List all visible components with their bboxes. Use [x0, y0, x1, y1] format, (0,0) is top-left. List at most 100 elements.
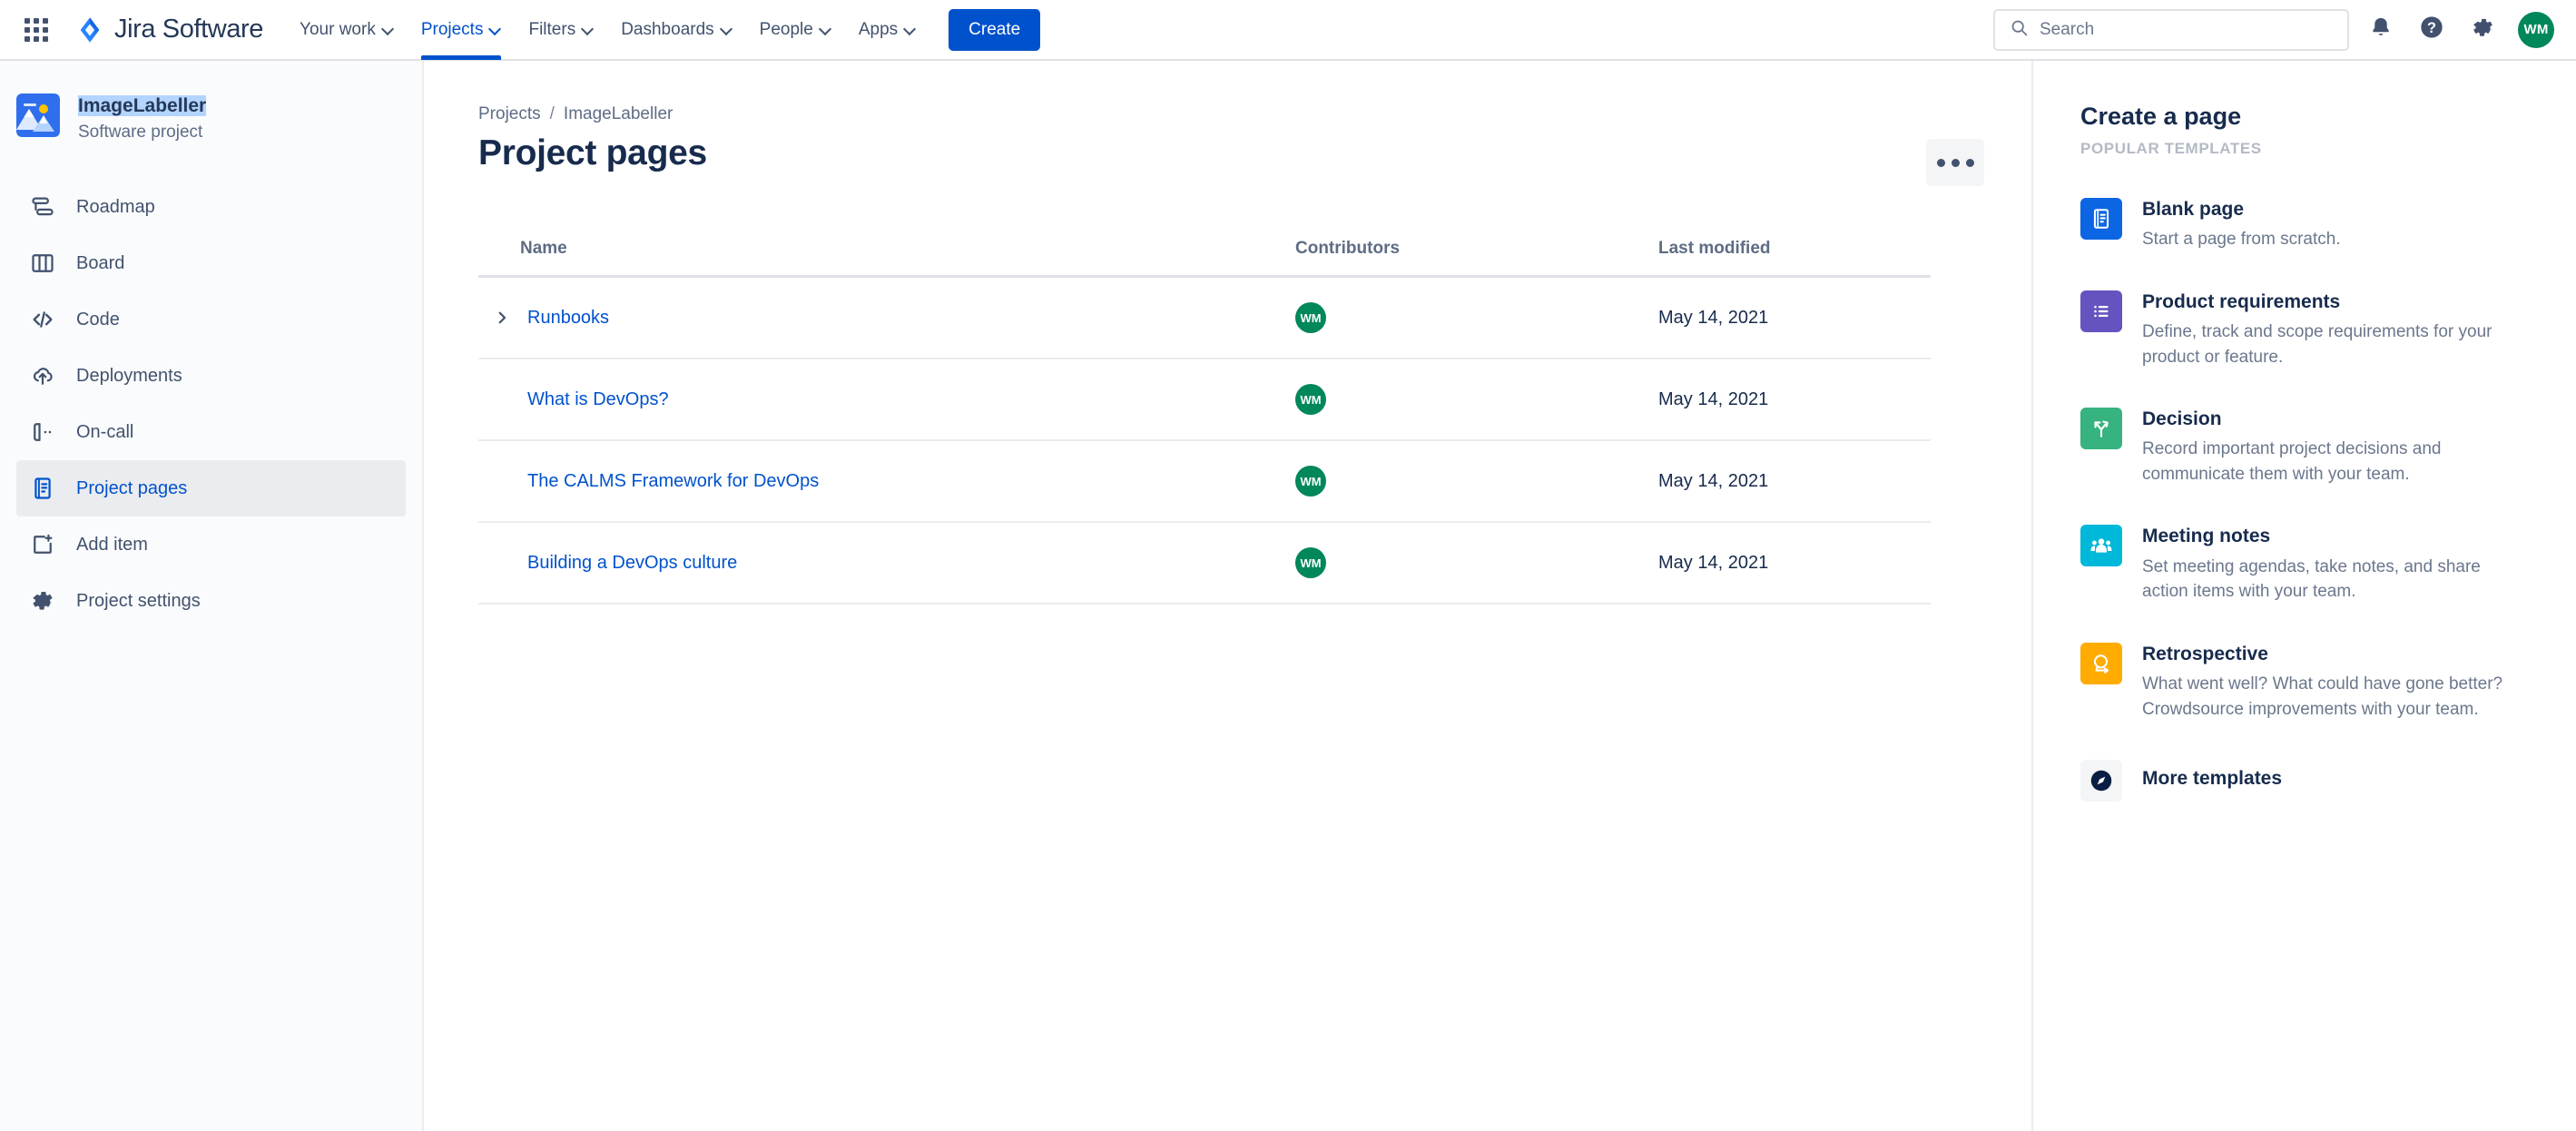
contributor-avatar[interactable]: WM — [1295, 547, 1326, 578]
breadcrumb-project[interactable]: ImageLabeller — [564, 104, 673, 124]
search-icon — [2010, 18, 2029, 42]
breadcrumb: Projects / ImageLabeller — [478, 104, 1984, 124]
sidebar-item-board[interactable]: Board — [16, 235, 406, 291]
breadcrumb-separator: / — [549, 104, 555, 123]
template-description: What went well? What could have gone bet… — [2142, 674, 2503, 719]
page-name-link[interactable]: The CALMS Framework for DevOps — [527, 471, 819, 492]
help-question-icon: ? — [2419, 15, 2444, 44]
apps-grid-icon — [25, 17, 48, 42]
template-blank-page[interactable]: Blank page Start a page from scratch. — [2080, 187, 2540, 263]
search-input[interactable]: Search — [1993, 8, 2349, 51]
create-button[interactable]: Create — [949, 8, 1041, 51]
chevron-down-icon — [721, 23, 732, 34]
settings-button[interactable] — [2463, 11, 2502, 49]
cell-name: What is DevOps? — [478, 389, 1295, 410]
contributor-avatar[interactable]: WM — [1295, 384, 1326, 415]
deployments-cloud-icon — [29, 362, 56, 389]
column-header-last-modified: Last modified — [1658, 239, 1771, 258]
sidebar-item-on-call[interactable]: On-call — [16, 404, 406, 460]
sidebar-item-roadmap[interactable]: Roadmap — [16, 179, 406, 235]
sidebar-nav-list: Roadmap Board Code Deployments On-call P… — [0, 179, 422, 629]
breadcrumb-projects[interactable]: Projects — [478, 104, 541, 124]
meeting-people-icon — [2080, 525, 2122, 567]
sidebar-item-add-item[interactable]: Add item — [16, 516, 406, 573]
cell-contributors: WM — [1295, 466, 1658, 497]
page-title: Project pages — [478, 133, 707, 172]
contributor-avatar[interactable]: WM — [1295, 302, 1326, 333]
board-columns-icon — [29, 250, 56, 277]
nav-item-apps[interactable]: Apps — [846, 0, 929, 60]
compass-icon — [2080, 760, 2122, 802]
table-row[interactable]: Runbooks WM May 14, 2021 — [478, 278, 1931, 359]
add-item-plus-icon — [29, 531, 56, 558]
nav-label: Projects — [420, 19, 484, 39]
nav-right-tools: Search ? WM — [1993, 8, 2554, 51]
cell-name: The CALMS Framework for DevOps — [478, 471, 1295, 492]
cell-name: Runbooks — [478, 305, 1295, 330]
template-description: Define, track and scope requirements for… — [2142, 322, 2492, 367]
page-name-link[interactable]: Building a DevOps culture — [527, 553, 737, 574]
decision-fork-icon — [2080, 408, 2122, 450]
nav-item-dashboards[interactable]: Dashboards — [608, 0, 744, 60]
chevron-down-icon — [820, 23, 831, 34]
template-name: More templates — [2142, 768, 2283, 790]
template-meeting-notes[interactable]: Meeting notes Set meeting agendas, take … — [2080, 514, 2540, 615]
more-ellipsis-icon — [1936, 158, 1974, 167]
jira-software-home-link[interactable]: Jira Software — [71, 11, 269, 48]
template-name: Decision — [2142, 408, 2222, 430]
chevron-down-icon — [582, 23, 594, 34]
template-more-templates[interactable]: More templates — [2080, 749, 2540, 812]
more-actions-button[interactable] — [1926, 139, 1984, 186]
search-placeholder-text: Search — [2040, 19, 2095, 39]
sidebar-item-project-pages[interactable]: Project pages — [16, 460, 406, 517]
user-avatar[interactable]: WM — [2518, 11, 2554, 48]
nav-label: Your work — [300, 19, 376, 39]
project-pages-table: Name Contributors Last modified Runbooks — [478, 239, 1931, 605]
page-name-link[interactable]: What is DevOps? — [527, 389, 669, 410]
sidebar-item-project-settings[interactable]: Project settings — [16, 573, 406, 629]
template-text: Decision Record important project decisi… — [2142, 408, 2531, 487]
cell-name: Building a DevOps culture — [478, 553, 1295, 574]
page-name-link[interactable]: Runbooks — [527, 308, 609, 329]
table-row[interactable]: The CALMS Framework for DevOps WM May 14… — [478, 441, 1931, 523]
nav-item-projects[interactable]: Projects — [408, 0, 515, 60]
template-retrospective[interactable]: Retrospective What went well? What could… — [2080, 632, 2540, 733]
sidebar-item-deployments[interactable]: Deployments — [16, 348, 406, 404]
help-button[interactable]: ? — [2413, 11, 2451, 49]
template-decision[interactable]: Decision Record important project decisi… — [2080, 397, 2540, 497]
app-switcher-button[interactable] — [16, 10, 56, 50]
nav-item-your-work[interactable]: Your work — [287, 0, 407, 60]
table-row[interactable]: Building a DevOps culture WM May 14, 202… — [478, 523, 1931, 605]
nav-label: Dashboards — [621, 19, 714, 39]
nav-item-filters[interactable]: Filters — [516, 0, 606, 60]
sidebar-item-label: Board — [76, 252, 125, 273]
nav-item-people[interactable]: People — [747, 0, 844, 60]
table-row[interactable]: What is DevOps? WM May 14, 2021 — [478, 359, 1931, 441]
page-body: ImageLabeller Software project Roadmap B… — [0, 61, 2576, 1131]
roadmap-icon — [29, 193, 56, 221]
sidebar-item-code[interactable]: Code — [16, 291, 406, 348]
expand-chevron-right-icon[interactable] — [489, 305, 515, 330]
notification-bell-icon — [2369, 15, 2393, 44]
sidebar-project-header[interactable]: ImageLabeller Software project — [0, 83, 422, 143]
template-description: Record important project decisions and c… — [2142, 439, 2442, 484]
primary-nav-items: Your work Projects Filters Dashboards Pe… — [287, 0, 929, 60]
create-page-panel: Create a page POPULAR TEMPLATES Blank pa… — [2031, 61, 2576, 1131]
cell-last-modified: May 14, 2021 — [1658, 552, 1769, 573]
template-text: Retrospective What went well? What could… — [2142, 643, 2531, 722]
template-product-requirements[interactable]: Product requirements Define, track and s… — [2080, 280, 2540, 380]
template-text: Meeting notes Set meeting agendas, take … — [2142, 525, 2531, 604]
template-description: Set meeting agendas, take notes, and sha… — [2142, 556, 2481, 602]
notifications-button[interactable] — [2362, 11, 2400, 49]
jira-logo-icon — [76, 16, 103, 44]
cell-last-modified: May 14, 2021 — [1658, 470, 1769, 491]
column-header-contributors: Contributors — [1295, 239, 1401, 258]
contributor-avatar[interactable]: WM — [1295, 466, 1326, 497]
sidebar-item-label: Add item — [76, 534, 148, 555]
template-name: Meeting notes — [2142, 526, 2271, 547]
cell-last-modified: May 14, 2021 — [1658, 388, 1769, 409]
main-content: Projects / ImageLabeller Project pages N… — [424, 61, 2031, 1131]
nav-label: Apps — [858, 19, 899, 39]
cell-last-modified: May 14, 2021 — [1658, 307, 1769, 328]
nav-label: Filters — [528, 19, 576, 39]
